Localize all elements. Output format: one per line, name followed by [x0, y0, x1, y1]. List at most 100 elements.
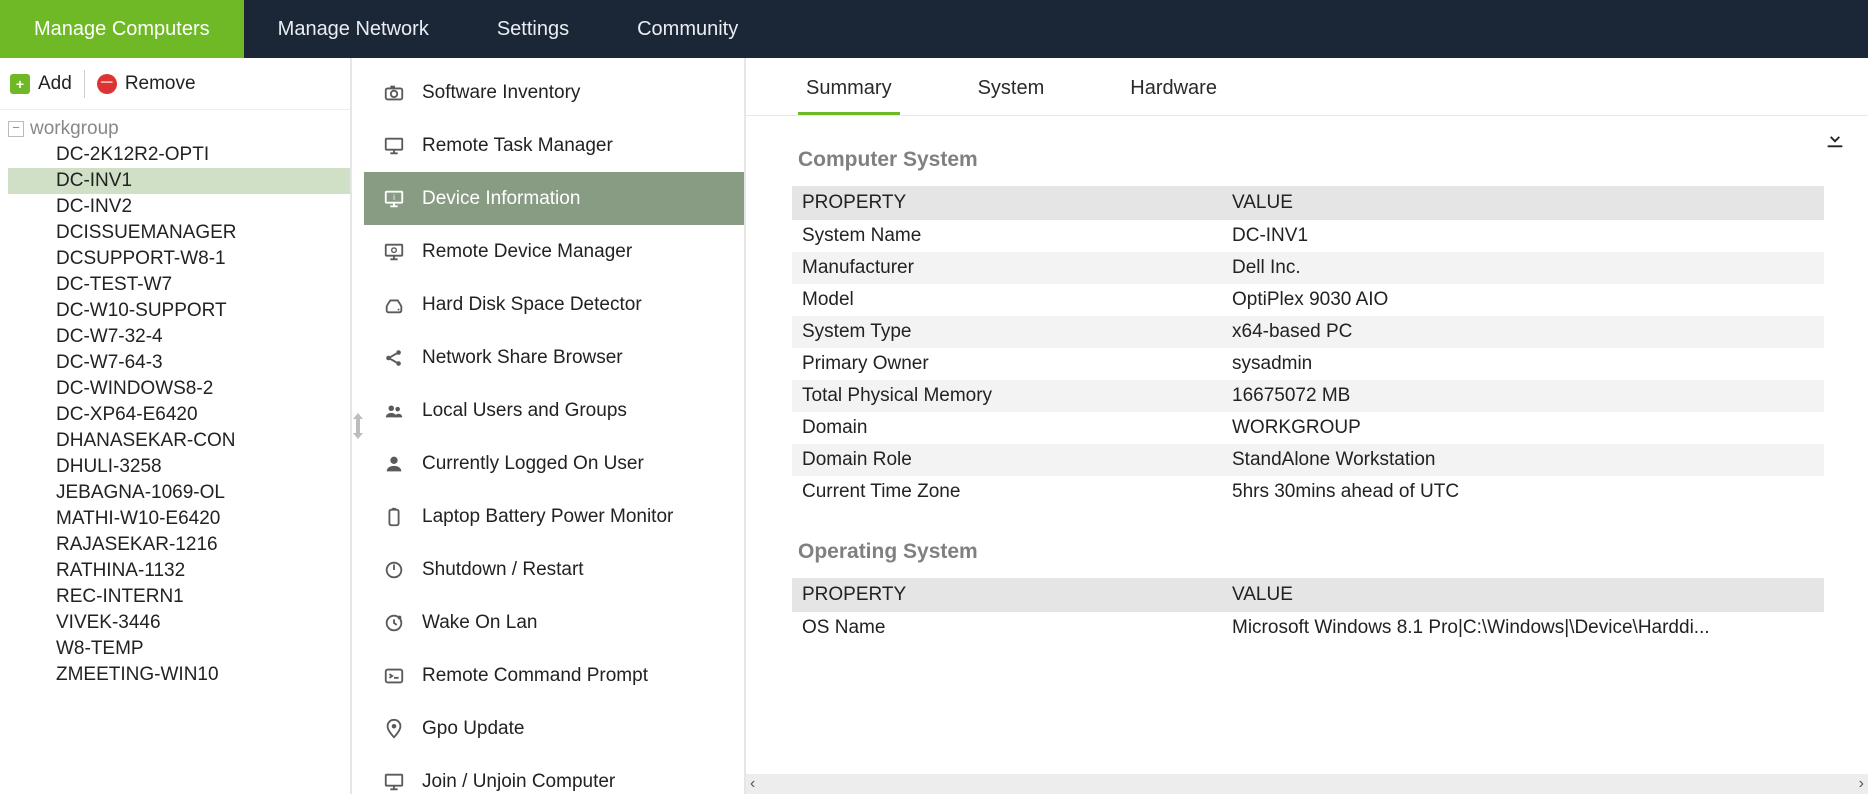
computer-node[interactable]: DC-INV2 — [8, 194, 350, 220]
computer-node[interactable]: DHULI-3258 — [8, 454, 350, 480]
computer-node[interactable]: DC-2K12R2-OPTI — [8, 142, 350, 168]
tool-network-share-browser[interactable]: Network Share Browser — [364, 331, 744, 384]
subtab-hardware[interactable]: Hardware — [1122, 77, 1225, 115]
computer-node[interactable]: DCISSUEMANAGER — [8, 220, 350, 246]
property-table: PROPERTYVALUEOS NameMicrosoft Windows 8.… — [792, 578, 1824, 644]
computer-node[interactable]: DHANASEKAR-CON — [8, 428, 350, 454]
cell-value: x64-based PC — [1222, 316, 1824, 348]
table-row[interactable]: System Typex64-based PC — [792, 316, 1824, 348]
horizontal-scrollbar[interactable]: ‹ › — [746, 774, 1868, 794]
computer-node[interactable]: DC-XP64-E6420 — [8, 402, 350, 428]
tool-remote-task-manager[interactable]: Remote Task Manager — [364, 119, 744, 172]
computer-node[interactable]: REC-INTERN1 — [8, 584, 350, 610]
computer-node[interactable]: ZMEETING-WIN10 — [8, 662, 350, 688]
table-row[interactable]: System NameDC-INV1 — [792, 220, 1824, 252]
computer-node[interactable]: RAJASEKAR-1216 — [8, 532, 350, 558]
computer-node[interactable]: DC-W10-SUPPORT — [8, 298, 350, 324]
computer-node[interactable]: DC-INV1 — [8, 168, 350, 194]
subtab-system[interactable]: System — [970, 77, 1053, 115]
computer-node[interactable]: RATHINA-1132 — [8, 558, 350, 584]
add-icon[interactable]: + — [10, 74, 30, 94]
tool-gpo-update[interactable]: Gpo Update — [364, 702, 744, 755]
computer-node[interactable]: DC-TEST-W7 — [8, 272, 350, 298]
cell-value: DC-INV1 — [1222, 220, 1824, 252]
computer-node[interactable]: MATHI-W10-E6420 — [8, 506, 350, 532]
computer-node[interactable]: DC-W7-32-4 — [8, 324, 350, 350]
top-tab-manage-computers[interactable]: Manage Computers — [0, 0, 244, 58]
cell-value: 5hrs 30mins ahead of UTC — [1222, 476, 1824, 508]
tool-label: Remote Task Manager — [422, 135, 613, 157]
property-table: PROPERTYVALUESystem NameDC-INV1Manufactu… — [792, 186, 1824, 508]
remove-icon[interactable]: － — [97, 74, 117, 94]
computer-node[interactable]: DC-W7-64-3 — [8, 350, 350, 376]
cell-property: Primary Owner — [792, 348, 1222, 380]
details-content[interactable]: Computer SystemPROPERTYVALUESystem NameD… — [792, 116, 1824, 774]
tool-laptop-battery-power-monitor[interactable]: Laptop Battery Power Monitor — [364, 490, 744, 543]
tool-label: Wake On Lan — [422, 612, 537, 634]
tool-remote-command-prompt[interactable]: Remote Command Prompt — [364, 649, 744, 702]
cell-value: sysadmin — [1222, 348, 1824, 380]
wol-icon — [382, 611, 406, 635]
computer-node[interactable]: W8-TEMP — [8, 636, 350, 662]
computer-node[interactable]: JEBAGNA-1069-OL — [8, 480, 350, 506]
tool-local-users-and-groups[interactable]: Local Users and Groups — [364, 384, 744, 437]
main-layout: + Add － Remove −workgroupDC-2K12R2-OPTID… — [0, 58, 1868, 794]
scroll-left-arrow[interactable]: ‹ — [750, 775, 755, 793]
download-icon[interactable] — [1824, 128, 1846, 150]
cell-value: Microsoft Windows 8.1 Pro|C:\Windows|\De… — [1222, 612, 1824, 644]
tool-label: Local Users and Groups — [422, 400, 627, 422]
computer-node[interactable]: DCSUPPORT-W8-1 — [8, 246, 350, 272]
splitter-handle[interactable] — [352, 58, 364, 794]
tool-hard-disk-space-detector[interactable]: Hard Disk Space Detector — [364, 278, 744, 331]
tool-software-inventory[interactable]: Software Inventory — [364, 66, 744, 119]
scroll-right-arrow[interactable]: › — [1859, 775, 1864, 793]
table-row[interactable]: Domain RoleStandAlone Workstation — [792, 444, 1824, 476]
disk-icon — [382, 293, 406, 317]
tool-device-information[interactable]: i Device Information — [364, 172, 744, 225]
computer-tree[interactable]: −workgroupDC-2K12R2-OPTIDC-INV1DC-INV2DC… — [0, 110, 350, 794]
table-row[interactable]: DomainWORKGROUP — [792, 412, 1824, 444]
table-row[interactable]: Total Physical Memory16675072 MB — [792, 380, 1824, 412]
tree-group-workgroup[interactable]: −workgroup — [8, 116, 350, 142]
tool-label: Device Information — [422, 188, 580, 210]
tool-label: Shutdown / Restart — [422, 559, 584, 581]
top-tab-community[interactable]: Community — [603, 0, 772, 58]
terminal-icon — [382, 664, 406, 688]
cell-property: Total Physical Memory — [792, 380, 1222, 412]
col-value: VALUE — [1222, 186, 1824, 220]
cell-property: Current Time Zone — [792, 476, 1222, 508]
collapse-icon[interactable]: − — [8, 121, 24, 137]
table-row[interactable]: Primary Ownersysadmin — [792, 348, 1824, 380]
top-tab-settings[interactable]: Settings — [463, 0, 603, 58]
tool-label: Currently Logged On User — [422, 453, 644, 475]
tool-join-unjoin-computer[interactable]: Join / Unjoin Computer — [364, 755, 744, 794]
cell-value: 16675072 MB — [1222, 380, 1824, 412]
table-row[interactable]: Current Time Zone5hrs 30mins ahead of UT… — [792, 476, 1824, 508]
tool-wake-on-lan[interactable]: Wake On Lan — [364, 596, 744, 649]
tool-label: Laptop Battery Power Monitor — [422, 506, 673, 528]
monitor-icon — [382, 770, 406, 794]
table-row[interactable]: ModelOptiPlex 9030 AIO — [792, 284, 1824, 316]
tool-remote-device-manager[interactable]: Remote Device Manager — [364, 225, 744, 278]
battery-icon — [382, 505, 406, 529]
add-button[interactable]: Add — [38, 73, 72, 95]
monitor-gear-icon — [382, 240, 406, 264]
cell-value: WORKGROUP — [1222, 412, 1824, 444]
subtab-summary[interactable]: Summary — [798, 77, 900, 115]
tool-currently-logged-on-user[interactable]: Currently Logged On User — [364, 437, 744, 490]
computer-node[interactable]: DC-WINDOWS8-2 — [8, 376, 350, 402]
computer-node[interactable]: VIVEK-3446 — [8, 610, 350, 636]
pin-icon — [382, 717, 406, 741]
computers-panel: + Add － Remove −workgroupDC-2K12R2-OPTID… — [0, 58, 352, 794]
tool-shutdown-restart[interactable]: Shutdown / Restart — [364, 543, 744, 596]
remove-button[interactable]: Remove — [125, 73, 196, 95]
monitor-info-icon: i — [382, 187, 406, 211]
details-panel: Summary System Hardware Computer SystemPRO… — [746, 58, 1868, 794]
detail-subtabs: Summary System Hardware — [746, 58, 1868, 116]
top-nav: Manage ComputersManage NetworkSettingsCo… — [0, 0, 1868, 58]
table-row[interactable]: OS NameMicrosoft Windows 8.1 Pro|C:\Wind… — [792, 612, 1824, 644]
top-tab-manage-network[interactable]: Manage Network — [244, 0, 463, 58]
table-row[interactable]: ManufacturerDell Inc. — [792, 252, 1824, 284]
tool-label: Network Share Browser — [422, 347, 623, 369]
share-icon — [382, 346, 406, 370]
